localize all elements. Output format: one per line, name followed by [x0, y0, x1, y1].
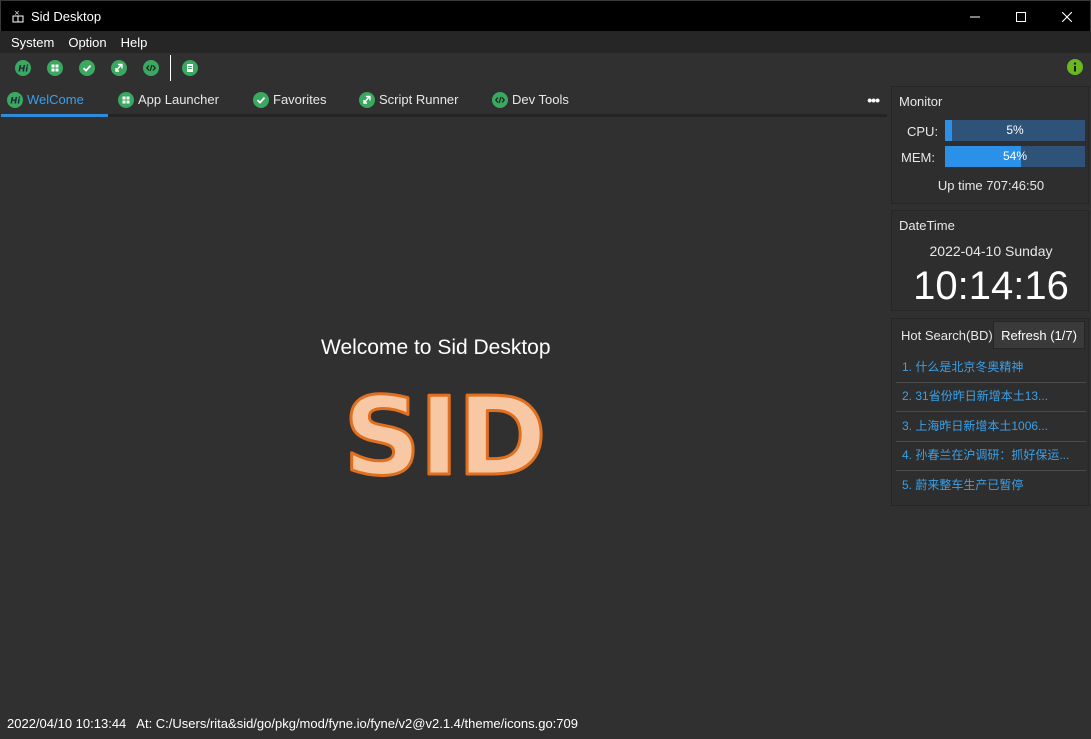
tab-app-launcher[interactable]: App Launcher — [118, 85, 219, 114]
toolbar-doc-button[interactable] — [174, 54, 206, 82]
toolbar-script-button[interactable] — [103, 54, 135, 82]
menu-bar: System Option Help — [0, 31, 1091, 53]
tab-welcome-label: WelCome — [27, 92, 84, 107]
doc-icon — [182, 60, 198, 76]
welcome-title: Welcome to Sid Desktop — [321, 336, 551, 359]
monitor-card: Monitor CPU: 5% MEM: 54% Up time 707:46:… — [891, 86, 1089, 204]
datetime-title: DateTime — [899, 218, 955, 233]
script-icon — [359, 91, 375, 108]
datetime-card: DateTime 2022-04-10 Sunday 10:14:16 — [891, 210, 1089, 311]
code-icon — [492, 91, 508, 108]
cpu-label: CPU: — [907, 124, 939, 139]
menu-help[interactable]: Help — [114, 35, 155, 50]
svg-text:Hi: Hi — [18, 65, 29, 75]
maximize-button[interactable] — [998, 1, 1044, 32]
apps-icon — [118, 91, 134, 108]
hi-icon: Hi — [15, 60, 31, 76]
menu-system[interactable]: System — [4, 35, 61, 50]
sid-logo: SID — [342, 374, 549, 502]
status-message: At: C:/Users/rita&sid/go/pkg/mod/fyne.io… — [136, 716, 578, 731]
hi-icon: Hi — [7, 91, 23, 108]
about-button[interactable] — [1067, 59, 1083, 80]
cpu-progress-bar: 5% — [945, 120, 1085, 141]
check-icon — [79, 60, 95, 76]
hot-search-title: Hot Search(BD) — [901, 328, 993, 343]
apps-icon — [47, 60, 63, 76]
toolbar-favorites-button[interactable] — [71, 54, 103, 82]
toolbar-separator — [170, 55, 171, 81]
mem-progress-bar: 54% — [945, 146, 1085, 167]
menu-option[interactable]: Option — [61, 35, 113, 50]
app-icon: × — [12, 9, 24, 23]
date-text: 2022-04-10 Sunday — [929, 243, 1053, 259]
tab-dev-tools-label: Dev Tools — [512, 92, 569, 107]
close-button[interactable] — [1044, 1, 1090, 32]
cpu-value: 5% — [1006, 123, 1024, 137]
tab-welcome[interactable]: Hi WelCome — [7, 85, 84, 114]
hot-search-item[interactable]: 2. 31省份昨日新增本土13... — [896, 383, 1086, 412]
tab-dev-tools[interactable]: Dev Tools — [492, 85, 569, 114]
script-icon — [111, 60, 127, 76]
svg-text:Hi: Hi — [10, 96, 21, 106]
active-tab-indicator — [1, 114, 108, 117]
hot-search-item[interactable]: 4. 孙春兰在沪调研：抓好保运... — [896, 442, 1086, 471]
more-tabs-icon[interactable]: ••• — [867, 92, 880, 108]
close-icon — [1062, 11, 1072, 22]
cpu-row: CPU: 5% — [892, 120, 1090, 142]
tab-script-runner[interactable]: Script Runner — [359, 85, 458, 114]
toolbar-devtools-button[interactable] — [135, 54, 167, 82]
tab-divider — [108, 114, 887, 117]
status-bar: 2022/04/10 10:13:44 At: C:/Users/rita&sid… — [7, 716, 588, 731]
monitor-title: Monitor — [899, 94, 943, 109]
check-icon — [253, 91, 269, 108]
sid-logo-text: SID — [343, 375, 545, 500]
status-timestamp: 2022/04/10 10:13:44 — [7, 716, 127, 731]
minimize-icon — [970, 16, 980, 17]
minimize-button[interactable] — [952, 1, 998, 32]
toolbar-welcome-button[interactable]: Hi — [7, 54, 39, 82]
uptime-text: Up time 707:46:50 — [937, 178, 1045, 193]
clock-text: 10:14:16 — [913, 264, 1069, 308]
hot-search-card: Hot Search(BD) Refresh (1/7) 1. 什么是北京冬奥精… — [891, 318, 1089, 506]
tab-app-launcher-label: App Launcher — [138, 92, 219, 107]
toolbar: Hi — [1, 54, 1090, 82]
maximize-icon — [1016, 11, 1026, 22]
tab-bar: Hi WelCome App Launcher Favorites Script… — [1, 85, 887, 117]
hot-search-item[interactable]: 5. 蔚来整车生产已暂停 — [896, 472, 1086, 501]
hot-search-item[interactable]: 3. 上海昨日新增本土1006... — [896, 413, 1086, 442]
tab-favorites[interactable]: Favorites — [253, 85, 326, 114]
tab-script-runner-label: Script Runner — [379, 92, 459, 107]
mem-label: MEM: — [901, 150, 935, 165]
window-title: Sid Desktop — [31, 8, 102, 24]
mem-row: MEM: 54% — [892, 146, 1090, 168]
hot-search-item[interactable]: 1. 什么是北京冬奥精神 — [896, 354, 1086, 383]
refresh-button[interactable]: Refresh (1/7) — [993, 321, 1085, 349]
toolbar-apps-button[interactable] — [39, 54, 71, 82]
tab-favorites-label: Favorites — [273, 92, 327, 107]
info-icon — [1067, 59, 1083, 75]
mem-value: 54% — [1002, 149, 1028, 163]
code-icon — [143, 60, 159, 76]
title-bar: × Sid Desktop — [0, 0, 1091, 31]
